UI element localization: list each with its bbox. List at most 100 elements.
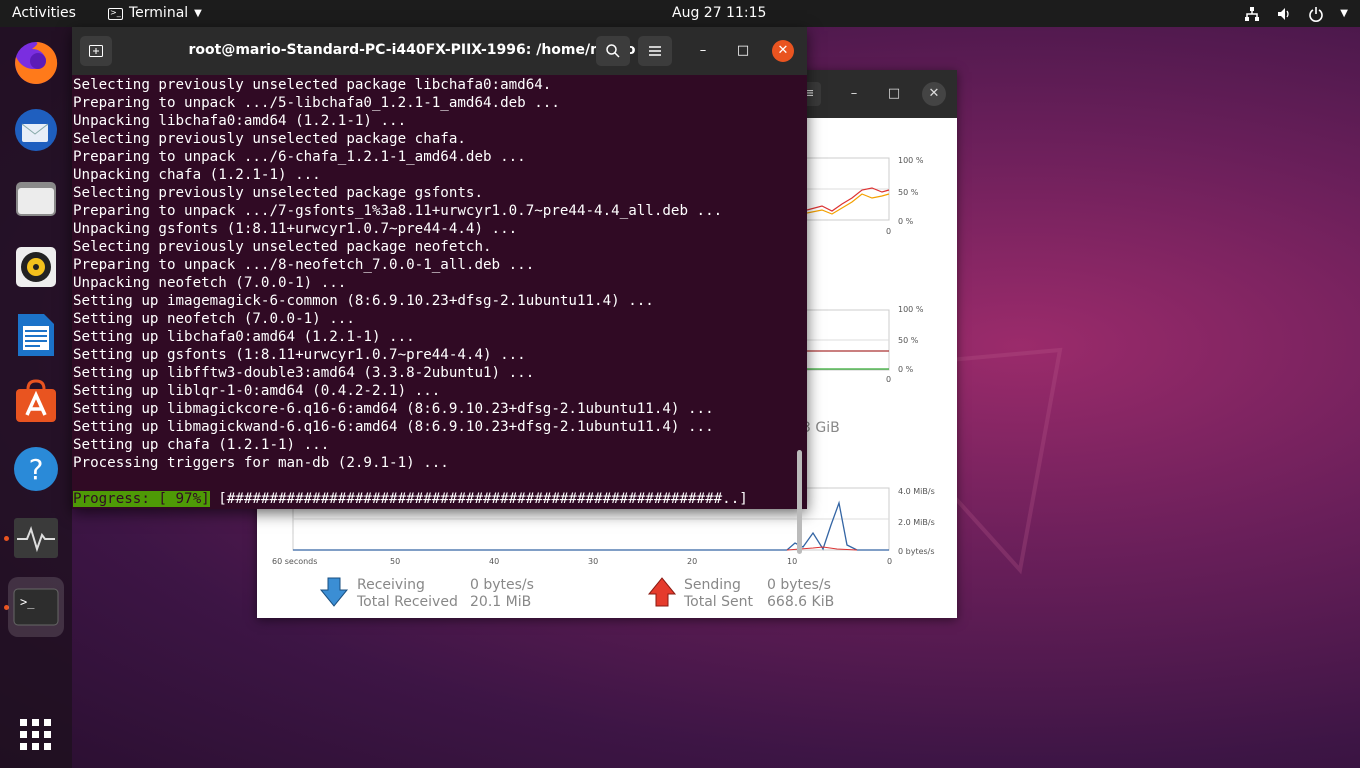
new-tab-button[interactable] (80, 36, 112, 66)
app-menu-button[interactable]: >_ Terminal ▼ (108, 0, 202, 27)
scrollbar[interactable] (797, 450, 802, 554)
output-line: Selecting previously unselected package … (73, 185, 483, 201)
writer-icon (18, 314, 54, 356)
clock[interactable]: Aug 27 11:15 (672, 0, 766, 27)
time-tick: 0 (887, 557, 893, 566)
output-line: Setting up libmagickwand-6.q16-6:amd64 (… (73, 419, 714, 435)
network-axis-2: 2.0 MiB/s (898, 518, 935, 527)
memory-axis-0: 0 % (898, 365, 914, 374)
dock-thunderbird[interactable] (8, 102, 64, 158)
app-menu-label: Terminal (129, 5, 189, 21)
swap-size-partial: 3 GiB (802, 420, 840, 436)
output-line: Setting up neofetch (7.0.0-1) ... (73, 311, 355, 327)
progress-bar-text: [#######################################… (209, 491, 748, 507)
output-line: Setting up chafa (1.2.1-1) ... (73, 437, 330, 453)
output-line: Preparing to unpack .../5-libchafa0_1.2.… (73, 95, 560, 111)
time-tick: 50 (390, 557, 401, 566)
dock-firefox[interactable] (8, 35, 64, 91)
network-axis-0: 0 bytes/s (898, 547, 935, 556)
power-icon (1309, 6, 1324, 22)
hamburger-icon (649, 46, 661, 56)
search-button[interactable] (596, 36, 630, 66)
maximize-button[interactable]: □ (732, 40, 754, 62)
system-tray[interactable]: ▼ (1244, 0, 1348, 27)
time-tick: 30 (588, 557, 599, 566)
dock-writer[interactable] (8, 307, 64, 363)
minimize-button[interactable]: – (842, 82, 866, 106)
output-line: Setting up imagemagick-6-common (8:6.9.1… (73, 293, 654, 309)
firefox-icon (15, 41, 58, 84)
chevron-down-icon: ▼ (1340, 8, 1348, 19)
output-line: Preparing to unpack .../6-chafa_1.2.1-1_… (73, 149, 526, 165)
output-line: Preparing to unpack .../8-neofetch_7.0.0… (73, 257, 535, 273)
network-axis-4: 4.0 MiB/s (898, 487, 935, 496)
sending-label: Sending (684, 577, 741, 593)
memory-axis-50: 50 % (898, 336, 919, 345)
output-line: Selecting previously unselected package … (73, 239, 492, 255)
cpu-axis-time-zero: 0 (886, 227, 892, 236)
files-icon (16, 182, 56, 216)
menu-button[interactable] (638, 36, 672, 66)
dock-rhythmbox[interactable] (8, 239, 64, 295)
progress-line: Progress: [ 97%] [######################… (73, 490, 748, 508)
dock-files[interactable] (8, 171, 64, 227)
terminal-output[interactable]: Selecting previously unselected package … (72, 75, 807, 554)
time-tick: 10 (787, 557, 798, 566)
output-line: Processing triggers for man-db (2.9.1-1)… (73, 455, 449, 471)
output-line: Setting up libchafa0:amd64 (1.2.1-1) ... (73, 329, 415, 345)
dock-software[interactable] (8, 374, 64, 430)
software-icon (16, 379, 56, 422)
dock-system-monitor[interactable] (8, 510, 64, 566)
time-tick: 60 seconds (272, 557, 318, 566)
network-icon (1245, 6, 1260, 21)
total-received-label: Total Received (357, 594, 458, 610)
cpu-axis-0: 0 % (898, 217, 914, 226)
sending-arrow-icon (647, 577, 677, 607)
activities-button[interactable]: Activities (12, 0, 76, 27)
cpu-axis-100: 100 % (898, 156, 924, 165)
close-button[interactable]: ✕ (772, 40, 794, 62)
total-sent-label: Total Sent (684, 594, 754, 610)
maximize-button[interactable]: □ (882, 82, 906, 106)
progress-label: Progress: [ 97%] (73, 491, 210, 507)
output-line: Preparing to unpack .../7-gsfonts_1%3a8.… (73, 203, 723, 219)
svg-text:>_: >_ (20, 595, 35, 609)
total-received-value: 20.1 MiB (470, 594, 532, 610)
cpu-axis-50: 50 % (898, 188, 919, 197)
total-sent-value: 668.6 KiB (767, 594, 835, 610)
receiving-label: Receiving (357, 577, 425, 593)
output-line: Selecting previously unselected package … (73, 77, 552, 93)
output-line: Unpacking libchafa0:amd64 (1.2.1-1) ... (73, 113, 407, 129)
sending-value: 0 bytes/s (767, 577, 831, 593)
window-title: root@mario-Standard-PC-i440FX-PIIX-1996:… (188, 42, 636, 58)
memory-axis-time-zero: 0 (886, 375, 892, 384)
top-bar: Activities >_ Terminal ▼ Aug 27 11:15 ▼ (0, 0, 1360, 27)
dock-help[interactable]: ? (8, 441, 64, 497)
memory-axis-100: 100 % (898, 305, 924, 314)
volume-icon (1278, 7, 1289, 20)
help-icon: ? (14, 447, 58, 491)
close-button[interactable]: ✕ (922, 82, 946, 106)
output-line: Unpacking gsfonts (1:8.11+urwcyr1.0.7~pr… (73, 221, 518, 237)
terminal-small-icon: >_ (108, 7, 123, 20)
terminal-headerbar[interactable]: root@mario-Standard-PC-i440FX-PIIX-1996:… (72, 27, 807, 75)
output-line: Setting up gsfonts (1:8.11+urwcyr1.0.7~p… (73, 347, 526, 363)
terminal-window[interactable]: root@mario-Standard-PC-i440FX-PIIX-1996:… (72, 27, 807, 554)
output-line: Unpacking chafa (1.2.1-1) ... (73, 167, 321, 183)
dock-show-applications[interactable] (8, 707, 64, 763)
app-grid-icon (20, 719, 51, 750)
terminal-icon: >_ (13, 588, 59, 626)
output-line: Setting up libfftw3-double3:amd64 (3.3.8… (73, 365, 535, 381)
output-line: Selecting previously unselected package … (73, 131, 466, 147)
receiving-arrow-icon (319, 577, 349, 607)
svg-text:?: ? (29, 453, 44, 486)
thunderbird-icon (15, 109, 57, 151)
output-line: Unpacking neofetch (7.0.0-1) ... (73, 275, 347, 291)
output-line: Setting up liblqr-1-0:amd64 (0.4.2-2.1) … (73, 383, 441, 399)
search-icon (606, 44, 620, 58)
dock-terminal[interactable]: >_ (8, 577, 64, 637)
time-tick: 20 (687, 557, 698, 566)
system-monitor-icon (14, 518, 58, 558)
output-line: Setting up libmagickcore-6.q16-6:amd64 (… (73, 401, 714, 417)
minimize-button[interactable]: – (692, 40, 714, 62)
